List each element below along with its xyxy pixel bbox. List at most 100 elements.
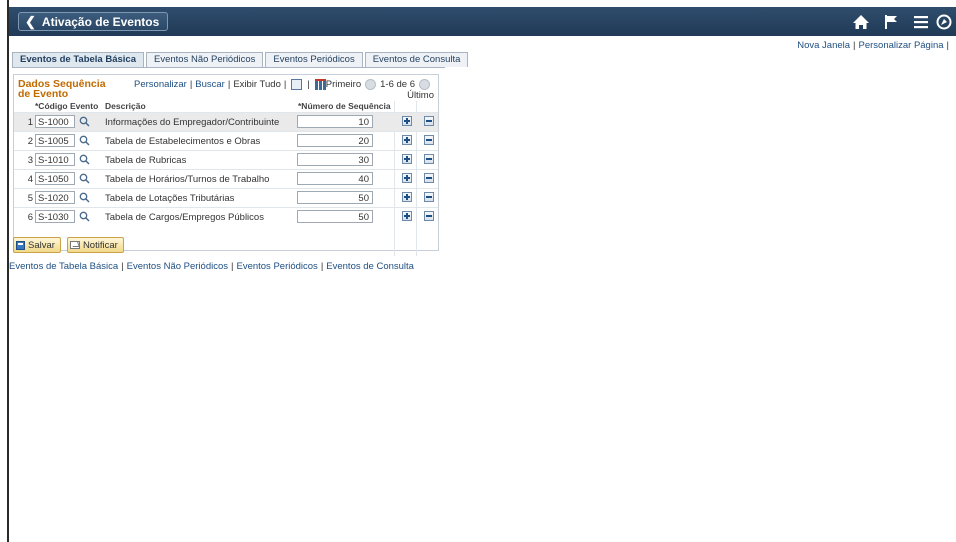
navbar-icon[interactable] <box>936 7 956 36</box>
column-header-sequence[interactable]: *Número de Sequência <box>298 101 391 111</box>
delete-row-button[interactable] <box>424 173 434 183</box>
row-range: 1-6 de 6 <box>380 79 415 91</box>
column-headers: *Código Evento Descrição *Número de Sequ… <box>14 101 438 112</box>
row-number: 2 <box>27 136 33 147</box>
column-header-code[interactable]: *Código Evento <box>35 101 98 111</box>
separator: | <box>853 40 856 51</box>
tab-periodic-events[interactable]: Eventos Periódicos <box>265 52 363 67</box>
lookup-icon[interactable] <box>79 116 90 130</box>
last-link[interactable]: Último <box>407 90 434 101</box>
personalize-page-link[interactable]: Personalizar Página <box>859 40 944 51</box>
bottom-tab-links: Eventos de Tabela Básica | Eventos Não Per… <box>9 261 414 272</box>
download-grid-icon[interactable] <box>314 79 326 90</box>
menu-icon[interactable] <box>906 7 936 36</box>
save-button[interactable]: Salvar <box>13 237 61 253</box>
grid-header: Dados Sequência de Evento Personalizar |… <box>14 75 438 101</box>
link-basic-table-events[interactable]: Eventos de Tabela Básica <box>9 261 118 272</box>
search-link[interactable]: Buscar <box>195 79 225 90</box>
grid-rows: 1 S-1000 Informações do Empregador/Contr… <box>14 112 438 226</box>
table-row: 3 S-1010 Tabela de Rubricas 30 <box>14 150 438 169</box>
lookup-icon[interactable] <box>79 154 90 168</box>
separator: | <box>320 261 324 272</box>
save-icon <box>16 240 25 250</box>
first-link[interactable]: Primeiro <box>326 79 361 90</box>
table-row: 2 S-1005 Tabela de Estabelecimentos e Ob… <box>14 131 438 150</box>
tab-basic-table-events[interactable]: Eventos de Tabela Básica <box>12 52 144 67</box>
grid-title: Dados Sequência de Evento <box>18 78 106 100</box>
add-row-button[interactable] <box>402 135 412 145</box>
event-sequence-grid: Dados Sequência de Evento Personalizar |… <box>13 74 439 256</box>
event-code-field[interactable]: S-1010 <box>35 153 75 166</box>
event-code-field[interactable]: S-1030 <box>35 210 75 223</box>
event-description: Tabela de Estabelecimentos e Obras <box>105 136 261 147</box>
event-code-field[interactable]: S-1005 <box>35 134 75 147</box>
add-row-button[interactable] <box>402 154 412 164</box>
back-button[interactable]: ❮ Ativação de Eventos <box>18 12 169 31</box>
personalize-link[interactable]: Personalizar <box>134 79 187 90</box>
event-code-field[interactable]: S-1000 <box>35 115 75 128</box>
top-links: Nova Janela | Personalizar Página | <box>797 40 952 51</box>
delete-row-button[interactable] <box>424 116 434 126</box>
event-description: Informações do Empregador/Contribuinte <box>105 117 280 128</box>
flag-icon[interactable] <box>876 7 906 36</box>
action-bar: Salvar Notificar <box>13 237 124 253</box>
lookup-icon[interactable] <box>79 211 90 225</box>
home-icon[interactable] <box>846 7 876 36</box>
column-header-description[interactable]: Descrição <box>105 101 146 111</box>
row-number: 4 <box>27 174 33 185</box>
new-window-link[interactable]: Nova Janela <box>797 40 850 51</box>
envelope-icon <box>69 241 80 249</box>
table-row: 4 S-1050 Tabela de Horários/Turnos de Tr… <box>14 169 438 188</box>
tab-non-periodic-events[interactable]: Eventos Não Periódicos <box>146 52 264 67</box>
chevron-left-icon: ❮ <box>25 13 36 29</box>
delete-row-button[interactable] <box>424 192 434 202</box>
separator: | <box>946 40 949 51</box>
page-tabs: Eventos de Tabela Básica Eventos Não Per… <box>12 52 470 67</box>
table-row: 1 S-1000 Informações do Empregador/Contr… <box>14 112 438 131</box>
sequence-number-field[interactable]: 50 <box>297 191 373 204</box>
row-number: 5 <box>27 193 33 204</box>
event-description: Tabela de Horários/Turnos de Trabalho <box>105 174 270 185</box>
show-all-link[interactable]: Exibir Tudo <box>233 79 281 90</box>
lookup-icon[interactable] <box>79 192 90 206</box>
sequence-number-field[interactable]: 20 <box>297 134 373 147</box>
link-non-periodic-events[interactable]: Eventos Não Periódicos <box>127 261 228 272</box>
delete-row-button[interactable] <box>424 211 434 221</box>
table-row: 6 S-1030 Tabela de Cargos/Empregos Públi… <box>14 207 438 226</box>
tab-divider <box>12 67 445 68</box>
sequence-number-field[interactable]: 10 <box>297 115 373 128</box>
link-periodic-events[interactable]: Eventos Periódicos <box>236 261 317 272</box>
grid-navigation: Primeiro 1-6 de 6 Último <box>326 79 434 101</box>
sequence-number-field[interactable]: 50 <box>297 210 373 223</box>
link-query-events[interactable]: Eventos de Consulta <box>326 261 414 272</box>
event-code-field[interactable]: S-1020 <box>35 191 75 204</box>
next-arrow-icon[interactable] <box>419 79 430 90</box>
separator: | <box>283 79 287 90</box>
event-code-field[interactable]: S-1050 <box>35 172 75 185</box>
separator: | <box>121 261 124 272</box>
lookup-icon[interactable] <box>79 173 90 187</box>
add-row-button[interactable] <box>402 173 412 183</box>
sequence-number-field[interactable]: 40 <box>297 172 373 185</box>
table-row: 5 S-1020 Tabela de Lotações Tributárias … <box>14 188 438 207</box>
event-description: Tabela de Rubricas <box>105 155 187 166</box>
notify-button[interactable]: Notificar <box>66 237 124 253</box>
add-row-button[interactable] <box>402 192 412 202</box>
row-number: 3 <box>27 155 33 166</box>
grid-toolbar: Personalizar | Buscar | Exibir Tudo | | <box>134 79 326 90</box>
separator: | <box>307 79 310 90</box>
delete-row-button[interactable] <box>424 135 434 145</box>
delete-row-button[interactable] <box>424 154 434 164</box>
separator: | <box>189 79 193 90</box>
event-description: Tabela de Lotações Tributárias <box>105 193 235 204</box>
event-description: Tabela de Cargos/Empregos Públicos <box>105 212 264 223</box>
add-row-button[interactable] <box>402 116 412 126</box>
sequence-number-field[interactable]: 30 <box>297 153 373 166</box>
add-row-button[interactable] <box>402 211 412 221</box>
back-button-label: Ativação de Eventos <box>41 14 160 29</box>
tab-query-events[interactable]: Eventos de Consulta <box>364 52 469 67</box>
lookup-icon[interactable] <box>79 135 90 149</box>
row-number: 1 <box>27 117 33 128</box>
prev-arrow-icon[interactable] <box>365 79 377 90</box>
zoom-icon[interactable] <box>291 79 303 90</box>
